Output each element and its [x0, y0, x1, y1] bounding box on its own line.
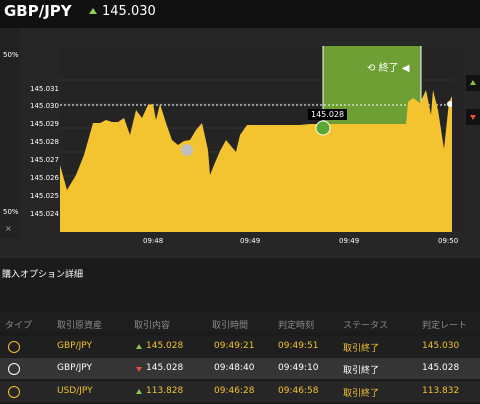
svg-text:09:48: 09:48: [143, 237, 163, 245]
up-icon: [136, 344, 142, 349]
asset: USD/JPY: [57, 386, 93, 396]
svg-text:145.030: 145.030: [30, 102, 59, 110]
col-content: 取引内容: [134, 321, 171, 331]
judge-rate: 145.028: [422, 363, 460, 373]
asset: GBP/JPY: [57, 341, 92, 351]
status: 取引終了: [343, 389, 380, 399]
svg-text:09:50: 09:50: [438, 237, 458, 245]
entry-price: 145.028: [146, 341, 184, 351]
table-row[interactable]: GBP/JPY 145.028 09:49:21 09:49:51 取引終了 1…: [0, 336, 480, 357]
svg-text:145.025: 145.025: [30, 192, 59, 200]
timer-icon: [8, 363, 20, 375]
judge-time: 09:49:51: [278, 341, 319, 351]
entry-price: 145.028: [146, 363, 184, 373]
down-icon: [136, 367, 142, 372]
status: 取引終了: [343, 344, 380, 354]
timer-icon: [8, 386, 20, 398]
up-icon: [136, 389, 142, 394]
svg-text:09:49: 09:49: [339, 237, 359, 245]
svg-text:09:49: 09:49: [240, 237, 260, 245]
col-type: タイプ: [5, 321, 33, 331]
entry-price-label: 145.028: [308, 109, 348, 120]
col-rate: 判定レート: [422, 321, 468, 331]
svg-text:145.029: 145.029: [30, 120, 59, 128]
col-asset: 取引原資産: [57, 321, 103, 331]
judge-rate: 113.832: [422, 386, 460, 396]
trade-time: 09:48:40: [214, 363, 255, 373]
end-button[interactable]: ⟲ 終了 ◀: [367, 59, 409, 74]
col-judge: 判定時刻: [278, 321, 315, 331]
trade-time: 09:49:21: [214, 341, 255, 351]
svg-text:145.024: 145.024: [30, 210, 59, 218]
svg-text:145.031: 145.031: [30, 85, 59, 93]
svg-text:145.026: 145.026: [30, 174, 59, 182]
trade-time: 09:46:28: [214, 386, 255, 396]
details-title: 購入オプション詳細: [2, 270, 84, 280]
svg-text:145.027: 145.027: [30, 156, 59, 164]
table-row[interactable]: GBP/JPY 145.028 09:48:40 09:49:10 取引終了 1…: [0, 358, 480, 379]
judge-rate: 145.030: [422, 341, 460, 351]
col-time: 取引時間: [212, 321, 249, 331]
status: 取引終了: [343, 366, 380, 376]
timer-icon: [8, 341, 20, 353]
asset: GBP/JPY: [57, 363, 92, 373]
judge-time: 09:49:10: [278, 363, 319, 373]
judge-time: 09:46:58: [278, 386, 319, 396]
down-indicator: [466, 109, 480, 125]
svg-text:145.028: 145.028: [30, 138, 59, 146]
up-indicator: [466, 75, 480, 91]
table-row[interactable]: USD/JPY 113.828 09:46:28 09:46:58 取引終了 1…: [0, 381, 480, 402]
col-status: ステータス: [343, 321, 389, 331]
entry-price: 113.828: [146, 386, 184, 396]
